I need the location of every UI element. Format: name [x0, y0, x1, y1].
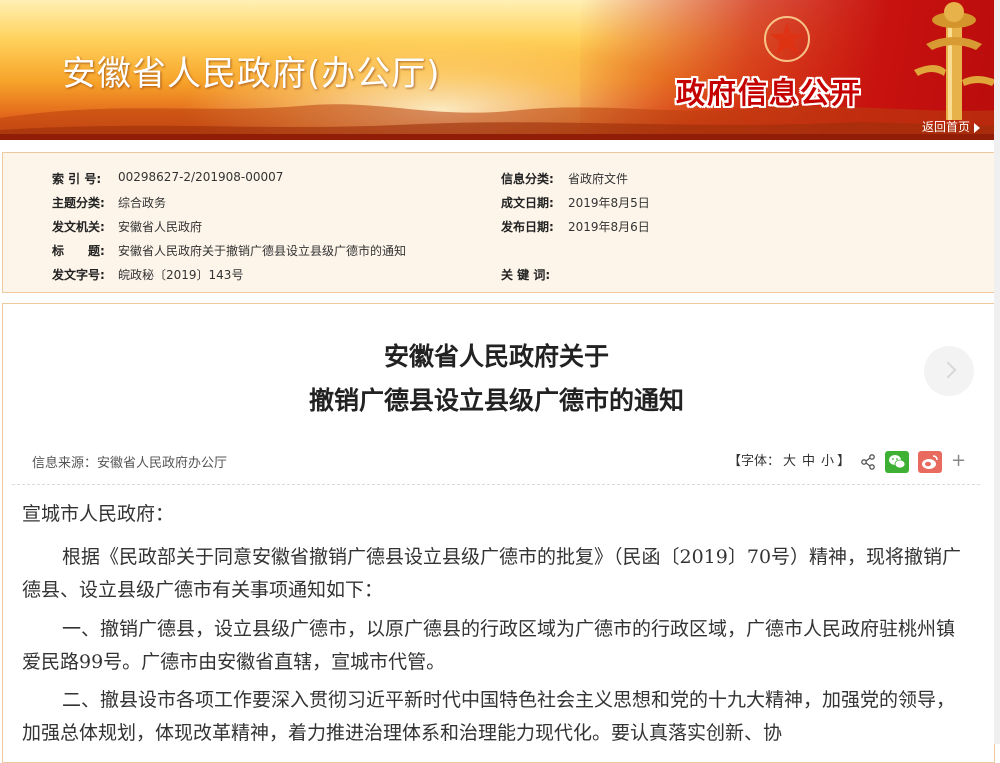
document-meta-box: 索 引 号: 00298627-2/201908-00007 主题分类: 综合政…	[2, 152, 995, 293]
arrow-right-icon	[974, 122, 981, 133]
font-size-label-open: 【字体：	[728, 454, 781, 469]
scrollbar[interactable]	[994, 0, 1000, 744]
meta-label-publish-date: 发布日期:	[501, 220, 554, 234]
body-paragraph-3: 二、撤县设市各项工作要深入贯彻习近平新时代中国特色社会主义思想和党的十九大精神，…	[22, 689, 956, 744]
meta-value-topic: 综合政务	[118, 196, 167, 210]
meta-label-keywords: 关 键 词:	[501, 268, 551, 282]
content-divider	[12, 484, 980, 485]
header-banner: 安徽省人民政府(办公厅) 政府信息公开 返回首页	[0, 0, 1000, 140]
meta-value-publish-date: 2019年8月6日	[568, 220, 650, 234]
font-size-medium-button[interactable]: 中	[802, 454, 815, 469]
return-home-link[interactable]: 返回首页	[922, 118, 981, 135]
weibo-icon[interactable]	[918, 451, 942, 473]
next-article-button[interactable]	[924, 346, 974, 396]
meta-label-info-category: 信息分类:	[501, 172, 554, 186]
meta-label-title: 标 题:	[52, 244, 105, 258]
meta-label-written-date: 成文日期:	[501, 196, 554, 210]
meta-value-written-date: 2019年8月5日	[568, 196, 650, 210]
wechat-icon[interactable]	[885, 451, 909, 473]
huabiao-pillar-icon	[914, 2, 996, 120]
meta-value-doc-number: 皖政秘〔2019〕143号	[118, 268, 244, 282]
share-icon[interactable]	[860, 454, 876, 470]
doc-title-line1: 安徽省人民政府关于	[383, 342, 609, 371]
meta-label-doc-number: 发文字号:	[52, 268, 105, 282]
font-size-large-button[interactable]: 大	[783, 454, 796, 469]
plus-icon[interactable]: +	[951, 450, 966, 471]
font-size-small-button[interactable]: 小	[821, 454, 834, 469]
return-home-label: 返回首页	[922, 120, 971, 134]
doc-title-line2: 撤销广德县设立县级广德市的通知	[308, 386, 684, 415]
body-paragraph-1: 根据《民政部关于同意安徽省撤销广德县设立县级广德市的批复》（民函〔2019〕70…	[22, 546, 962, 601]
meta-value-issuer: 安徽省人民政府	[118, 220, 203, 234]
font-size-label-close: 】	[837, 454, 851, 469]
font-size-controls: 【字体：大中小】	[728, 450, 850, 472]
body-paragraph-2: 一、撤销广德县，设立县级广德市，以原广德县的行政区域为广德市的行政区域，广德市人…	[22, 618, 956, 673]
meta-label-issuer: 发文机关:	[52, 220, 105, 234]
meta-label-index: 索 引 号:	[52, 172, 102, 186]
meta-label-topic: 主题分类:	[52, 196, 105, 210]
meta-value-index: 00298627-2/201908-00007	[118, 170, 284, 184]
emblem-star-icon	[764, 16, 810, 62]
chevron-right-icon	[939, 361, 957, 379]
meta-value-title: 安徽省人民政府关于撤销广德县设立县级广德市的通知	[118, 244, 407, 258]
gov-info-open-title: 政府信息公开	[676, 76, 863, 110]
site-title: 安徽省人民政府(办公厅)	[62, 54, 441, 94]
salutation: 宣城市人民政府：	[22, 503, 175, 525]
meta-value-info-category: 省政府文件	[568, 172, 629, 186]
info-source: 信息来源：安徽省人民政府办公厅	[32, 456, 228, 471]
